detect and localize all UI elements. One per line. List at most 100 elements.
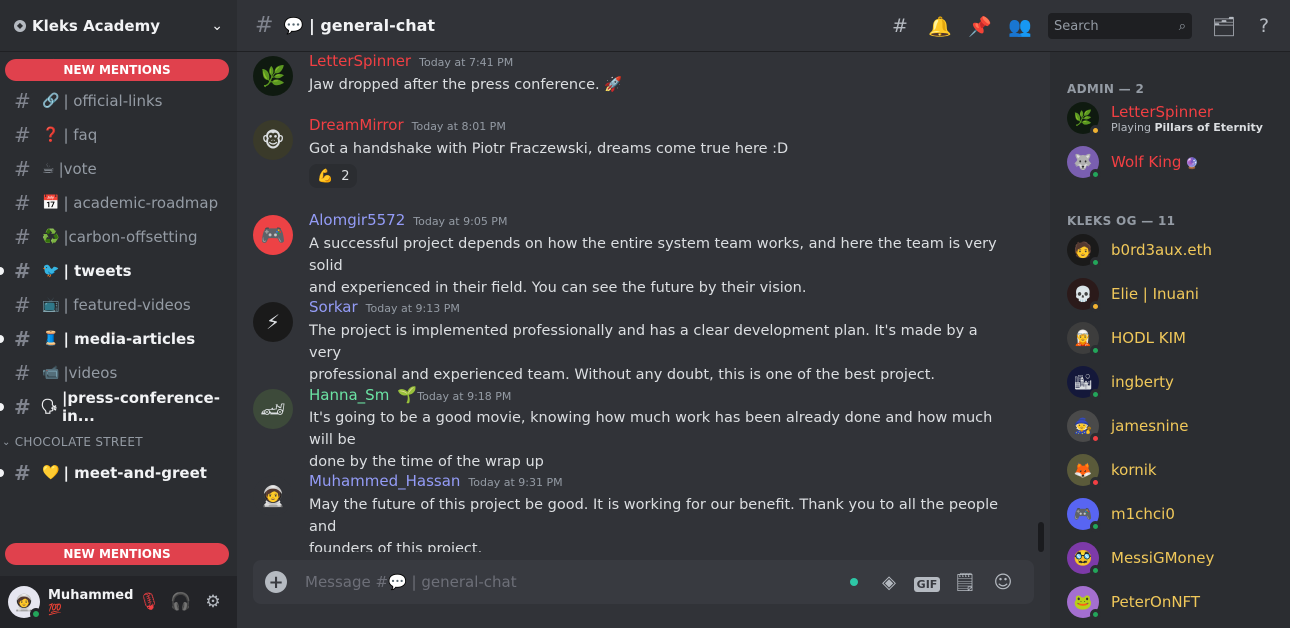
channel-item[interactable]: # 🐦 | tweets	[0, 254, 237, 288]
mute-mic-icon[interactable]: 🎙	[133, 586, 165, 618]
member-avatar: 🌿	[1067, 102, 1101, 136]
message-text: The project is implemented professionall…	[309, 323, 978, 361]
message-header: Alomgir5572 Today at 9:05 PM	[309, 211, 1002, 233]
member-group-header: KLEKS OG — 11	[1067, 214, 1176, 228]
message-timestamp: Today at 9:05 PM	[413, 215, 508, 228]
status-indicator	[30, 608, 42, 620]
message-text: Jaw dropped after the press conference. …	[309, 77, 623, 93]
channel-label: |press-conference-in...	[61, 389, 220, 425]
channel-item[interactable]: # 🗣 |press-conference-in...	[0, 389, 237, 425]
status-indicator	[1090, 345, 1101, 356]
message-text: Got a handshake with Piotr Fraczewski, d…	[309, 141, 789, 157]
channel-label: |vote	[58, 160, 97, 178]
member-item[interactable]: 🏙 ingberty	[1067, 360, 1290, 404]
message-author[interactable]: LetterSpinner	[309, 52, 411, 70]
channel-item[interactable]: # 📅 | academic-roadmap	[0, 186, 237, 220]
member-info: b0rd3aux.eth	[1111, 241, 1212, 259]
sticker-icon[interactable]: 🗒	[946, 572, 984, 593]
new-mentions-pill-top[interactable]: NEW MENTIONS	[5, 59, 229, 81]
channel-label: | meet-and-greet	[63, 464, 207, 482]
member-name-text: Elie | Inuani	[1111, 285, 1199, 303]
emoji-picker-icon[interactable]: ☺	[984, 572, 1022, 593]
channel-item[interactable]: # 💛 | meet-and-greet	[0, 456, 237, 490]
status-indicator	[1090, 521, 1101, 532]
new-mentions-pill-bottom[interactable]: NEW MENTIONS	[5, 543, 229, 565]
member-list: ADMIN — 2 🌿 LetterSpinner Playing Pillars o…	[1050, 52, 1290, 628]
member-avatar: 🦊	[1067, 454, 1101, 488]
server-header[interactable]: ◆ Kleks Academy ⌄	[0, 0, 237, 52]
message-composer[interactable]: + Message #💬 | general-chat ◈ GIF 🗒 ☺	[253, 560, 1034, 604]
channel-item[interactable]: # 🧵 | media-articles	[0, 322, 237, 356]
message-author[interactable]: Hanna_Sm	[309, 386, 389, 404]
member-avatar: 🧑	[1067, 234, 1101, 268]
headphones-icon[interactable]: 🎧	[165, 586, 197, 618]
channel-item[interactable]: # 🔗 | official-links	[0, 84, 237, 118]
channel-item[interactable]: # 📺 | featured-videos	[0, 288, 237, 322]
message-author[interactable]: Alomgir5572	[309, 211, 405, 229]
typing-indicator	[850, 578, 858, 586]
channel-item[interactable]: # ❓ | faq	[0, 118, 237, 152]
member-item[interactable]: 🦊 kornik	[1067, 448, 1290, 492]
hash-icon: #	[14, 123, 31, 147]
message-body: Sorkar Today at 9:13 PM The project is imp…	[309, 298, 1002, 386]
chat-main: 🌿 LetterSpinner Today at 7:41 PM Jaw droppe…	[237, 0, 1050, 628]
member-item[interactable]: 🥸 MessiGMoney	[1067, 536, 1290, 580]
status-indicator	[1090, 125, 1101, 136]
chevron-down-icon: ⌄	[2, 436, 11, 448]
add-attachment-icon[interactable]: +	[265, 571, 287, 593]
message-author[interactable]: Muhammed_Hassan	[309, 472, 460, 490]
member-item[interactable]: 🐸 PeterOnNFT	[1067, 580, 1290, 624]
inbox-icon[interactable]: 🗂	[1204, 15, 1244, 38]
channel-emoji: ☕	[42, 161, 55, 177]
member-avatar: 🏙	[1067, 366, 1101, 400]
gif-button[interactable]: GIF	[908, 572, 946, 593]
search-input[interactable]: Search ⌕	[1048, 13, 1192, 39]
channel-item[interactable]: # ♻️ |carbon-offsetting	[0, 220, 237, 254]
message-header: LetterSpinner Today at 7:41 PM	[309, 52, 1002, 74]
member-item[interactable]: 🐺 Wolf King 🔮	[1067, 140, 1290, 184]
channel-item[interactable]: # 📹 |videos	[0, 356, 237, 390]
message-list: 🌿 LetterSpinner Today at 7:41 PM Jaw droppe…	[237, 52, 1050, 552]
member-item[interactable]: 🧙 jamesnine	[1067, 404, 1290, 448]
user-panel: 🧑‍🚀 Muhammed... 💯 🎙 🎧 ⚙	[0, 576, 237, 628]
category-chocolate-street[interactable]: ⌄ CHOCOLATE STREET	[0, 428, 237, 456]
member-avatar: 🧙	[1067, 410, 1101, 444]
message-avatar[interactable]: ⚡	[253, 302, 293, 342]
member-item[interactable]: 💀 Elie | Inuani	[1067, 272, 1290, 316]
chevron-down-icon[interactable]: ⌄	[211, 18, 223, 34]
message-avatar[interactable]: 🏎	[253, 389, 293, 429]
member-list-icon[interactable]: 👥	[1000, 15, 1040, 38]
message-input[interactable]: Message #💬 | general-chat	[305, 573, 850, 591]
message-avatar[interactable]: 🎮	[253, 215, 293, 255]
user-avatar[interactable]: 🧑‍🚀	[8, 586, 42, 620]
reaction-button[interactable]: 💪 2	[309, 164, 358, 188]
threads-icon[interactable]: #	[880, 15, 920, 37]
message-header: Sorkar Today at 9:13 PM	[309, 298, 1002, 320]
message: 🧑‍🚀 Muhammed_Hassan Today at 9:31 PM May th…	[253, 472, 1002, 552]
user-info[interactable]: Muhammed... 💯	[48, 588, 133, 616]
member-item[interactable]: 🌿 LetterSpinner Playing Pillars of Eternit…	[1067, 96, 1290, 140]
message-text: and experienced in their field. You can …	[309, 280, 807, 296]
message-avatar[interactable]: 🐵	[253, 120, 293, 160]
gear-icon[interactable]: ⚙	[197, 586, 229, 618]
message-avatar[interactable]: 🧑‍🚀	[253, 476, 293, 516]
message-text: May the future of this project be good. …	[309, 497, 999, 535]
member-info: MessiGMoney	[1111, 549, 1214, 567]
message-author[interactable]: Sorkar	[309, 298, 358, 316]
member-item[interactable]: 🎮 m1chci0	[1067, 492, 1290, 536]
message-avatar[interactable]: 🌿	[253, 56, 293, 96]
member-item[interactable]: 🧝 HODL KIM	[1067, 316, 1290, 360]
pin-icon[interactable]: 📌	[960, 15, 1000, 38]
username: Muhammed...	[48, 588, 133, 603]
nitro-icon[interactable]: ◈	[870, 572, 908, 593]
member-item[interactable]: 🧑 b0rd3aux.eth	[1067, 228, 1290, 272]
message-timestamp: Today at 8:01 PM	[411, 120, 506, 133]
scrollbar-thumb[interactable]	[1038, 522, 1044, 552]
channel-item[interactable]: # ☕ |vote	[0, 152, 237, 186]
help-icon[interactable]: ?	[1244, 15, 1284, 37]
bell-icon[interactable]: 🔔	[920, 15, 960, 38]
member-info: m1chci0	[1111, 505, 1175, 523]
channel-emoji: ♻️	[42, 229, 60, 245]
member-name-text: m1chci0	[1111, 505, 1175, 523]
message-author[interactable]: DreamMirror	[309, 116, 404, 134]
